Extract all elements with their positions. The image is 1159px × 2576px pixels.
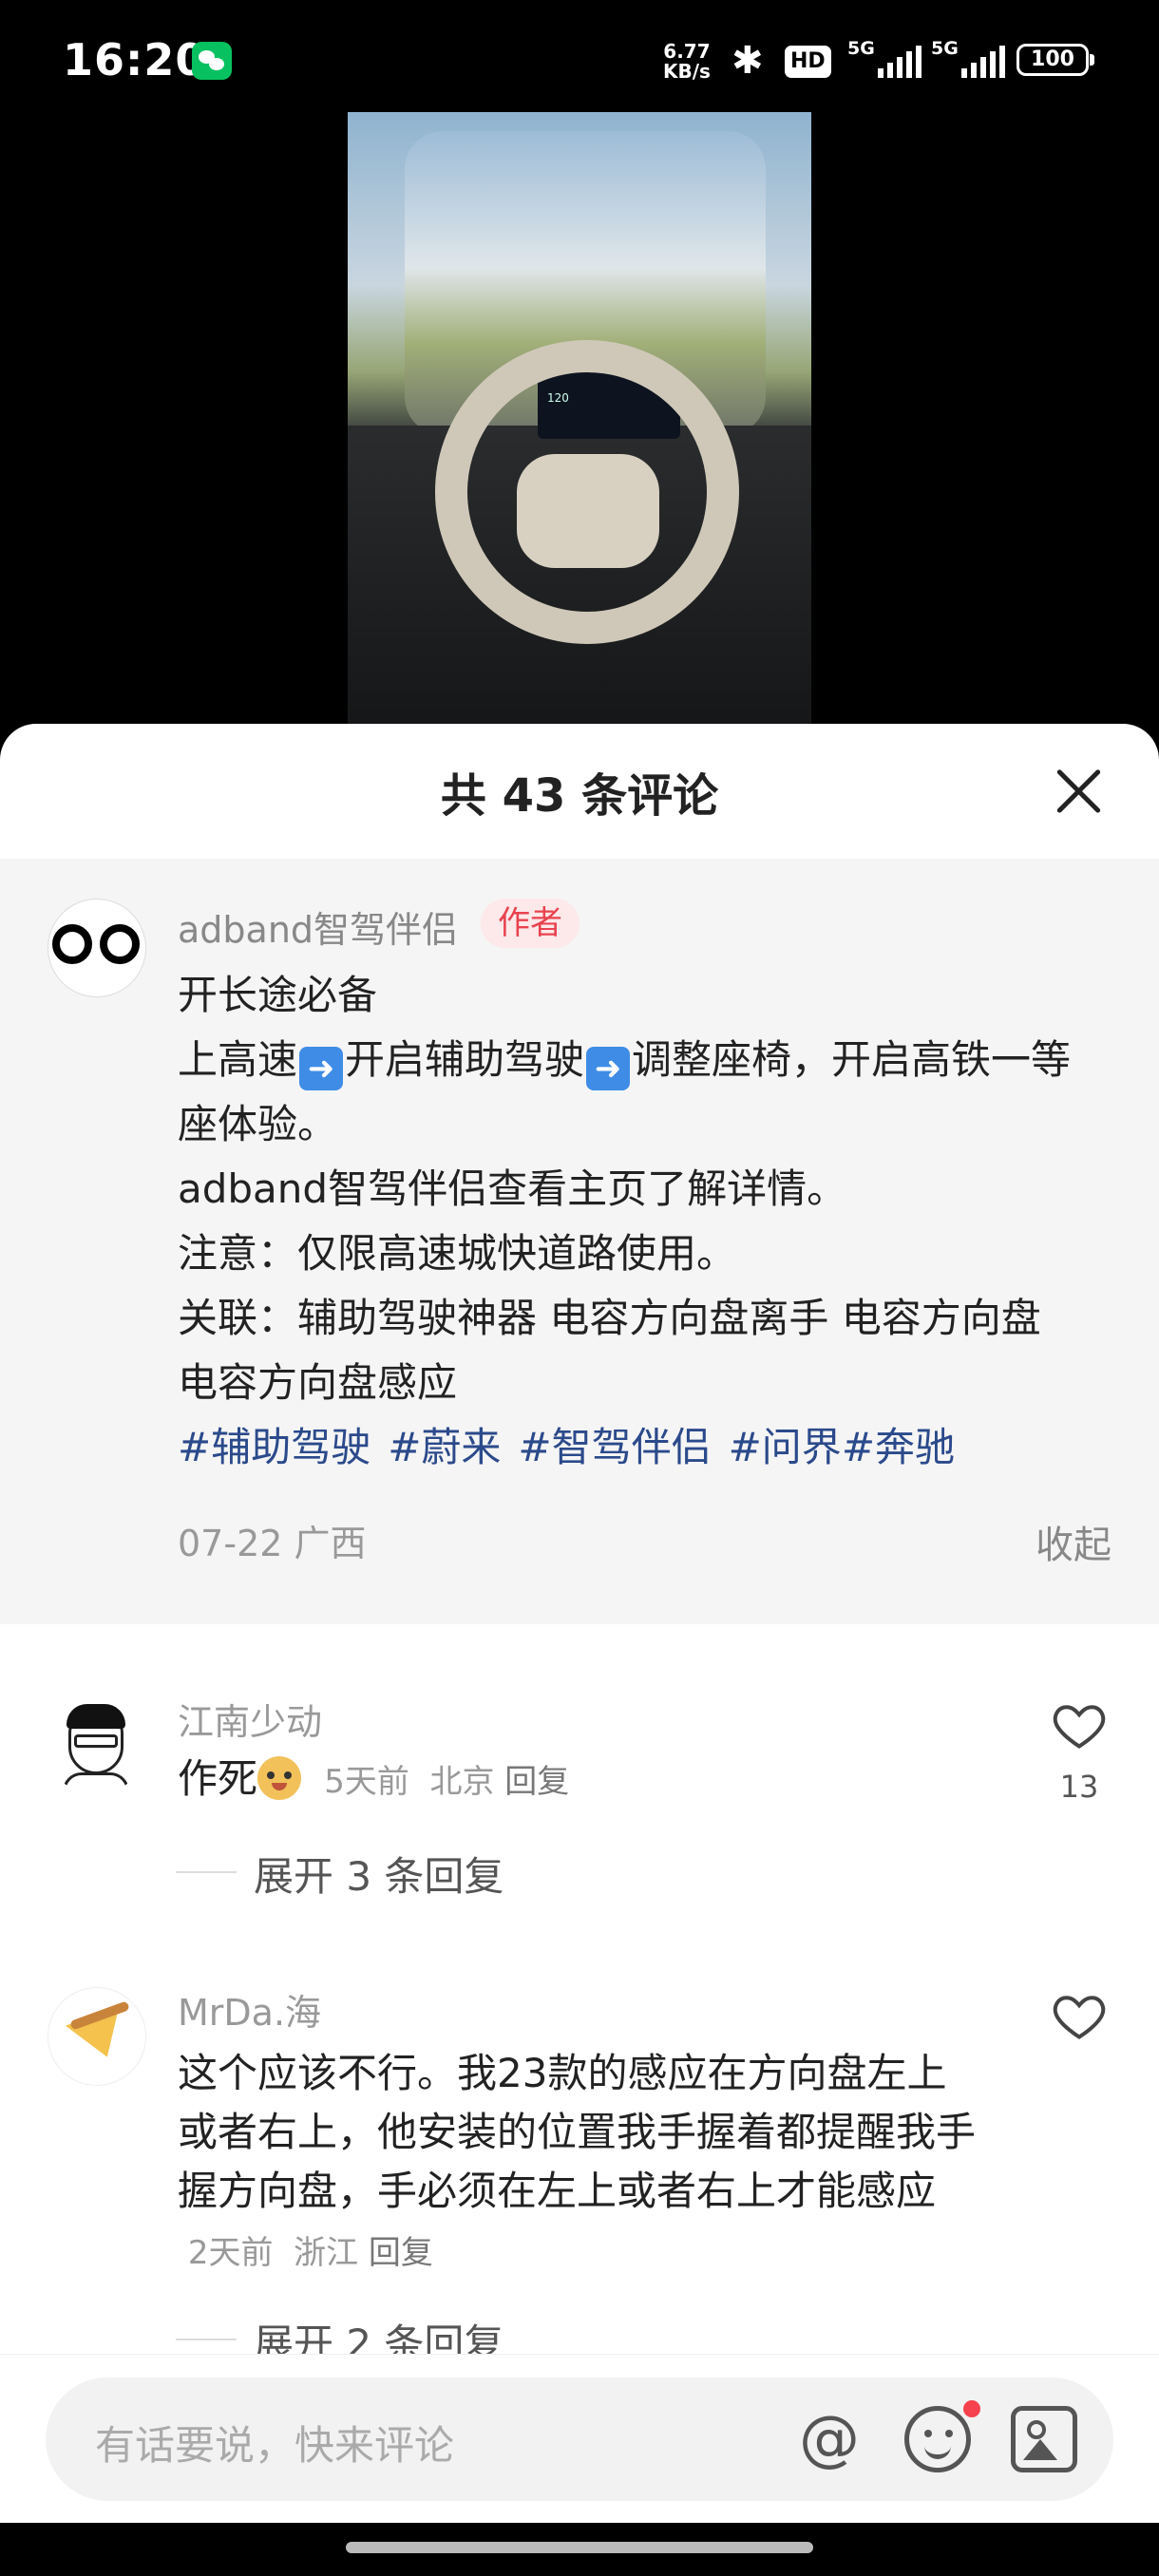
battery-icon: 100 [1016, 44, 1094, 76]
comment-author[interactable]: MrDa.海 [178, 1983, 321, 2036]
comments-sheet: 共 43 条评论 adband智驾伴侣 作者 开长途必备 上高速 ➜ 开启辅助驾驶 ➜… [0, 724, 1159, 2576]
comment-input-placeholder: 有话要说，快来评论 [95, 2422, 455, 2469]
comment-input-bar: 有话要说，快来评论 @ [0, 2354, 1159, 2524]
comment-author[interactable]: 江南少动 [178, 1693, 322, 1745]
hashtag-link[interactable]: #蔚来 [388, 1424, 501, 1470]
video-player[interactable]: 120 [348, 112, 811, 729]
hashtag-link[interactable]: #问界 [729, 1424, 842, 1470]
heart-icon[interactable] [1051, 1987, 1108, 2044]
comment-meta: 07-22 广西 [178, 1523, 367, 1564]
comment-text: 作死 5天前 北京 回复 [178, 1755, 570, 1802]
like-count: 13 [1059, 1769, 1099, 1805]
expand-replies-button[interactable]: 展开 3 条回复 [175, 1845, 504, 1903]
comments-title: 共 43 条评论 [440, 769, 719, 823]
comment-author[interactable]: adband智驾伴侣 [178, 900, 458, 953]
hashtag-link[interactable]: #辅助驾驶 [178, 1424, 370, 1470]
hashtag-list: #辅助驾驶 #蔚来 #智驾伴侣 #问界#奔驰 [178, 1415, 1090, 1480]
dog-emoji-icon [257, 1756, 302, 1800]
hd-icon: HD [785, 46, 831, 78]
arrow-right-icon: ➜ [299, 1047, 344, 1090]
notification-dot [963, 2400, 980, 2417]
status-time: 16:20 [63, 34, 207, 85]
close-icon[interactable] [1051, 764, 1108, 821]
avatar[interactable] [48, 899, 146, 997]
image-icon[interactable] [1011, 2406, 1077, 2472]
arrow-right-icon: ➜ [586, 1047, 631, 1090]
comment-input[interactable]: 有话要说，快来评论 @ [46, 2377, 1113, 2501]
net-speed: 6.77 KB/s [663, 40, 711, 83]
comment-text: 开长途必备 上高速 ➜ 开启辅助驾驶 ➜ 调整座椅，开启高铁一等座体验。 adband智… [178, 963, 1090, 1480]
heart-icon[interactable] [1051, 1696, 1108, 1753]
comment-meta: 5天前 北京 回复 [324, 1763, 570, 1801]
mention-icon[interactable]: @ [796, 2406, 863, 2472]
avatar[interactable] [48, 1987, 146, 2086]
collapse-button[interactable]: 收起 [1036, 1514, 1112, 1569]
hashtag-link[interactable]: #奔驰 [842, 1424, 955, 1470]
comment-text: 这个应该不行。我23款的感应在方向盘左上或者右上，他安装的位置我手握着都提醒我手… [178, 2050, 977, 2272]
reply-button[interactable]: 回复 [504, 1763, 569, 1801]
video-wheel-hub [517, 454, 659, 568]
reply-button[interactable]: 回复 [369, 2234, 433, 2272]
emoji-icon[interactable] [904, 2406, 971, 2472]
comment-meta: 2天前 浙江 回复 [187, 2234, 433, 2272]
pinned-comment[interactable]: adband智驾伴侣 作者 开长途必备 上高速 ➜ 开启辅助驾驶 ➜ 调整座椅，开启高铁… [0, 859, 1159, 1624]
author-badge: 作者 [481, 899, 580, 948]
wechat-icon [192, 42, 232, 80]
status-bar: 16:20 6.77 KB/s ✱ HD 5G 5G 100 [0, 0, 1159, 123]
home-indicator[interactable] [346, 2542, 813, 2553]
hashtag-link[interactable]: #智驾伴侣 [518, 1424, 711, 1470]
bluetooth-icon: ✱ [732, 39, 764, 83]
avatar[interactable] [48, 1698, 144, 1795]
